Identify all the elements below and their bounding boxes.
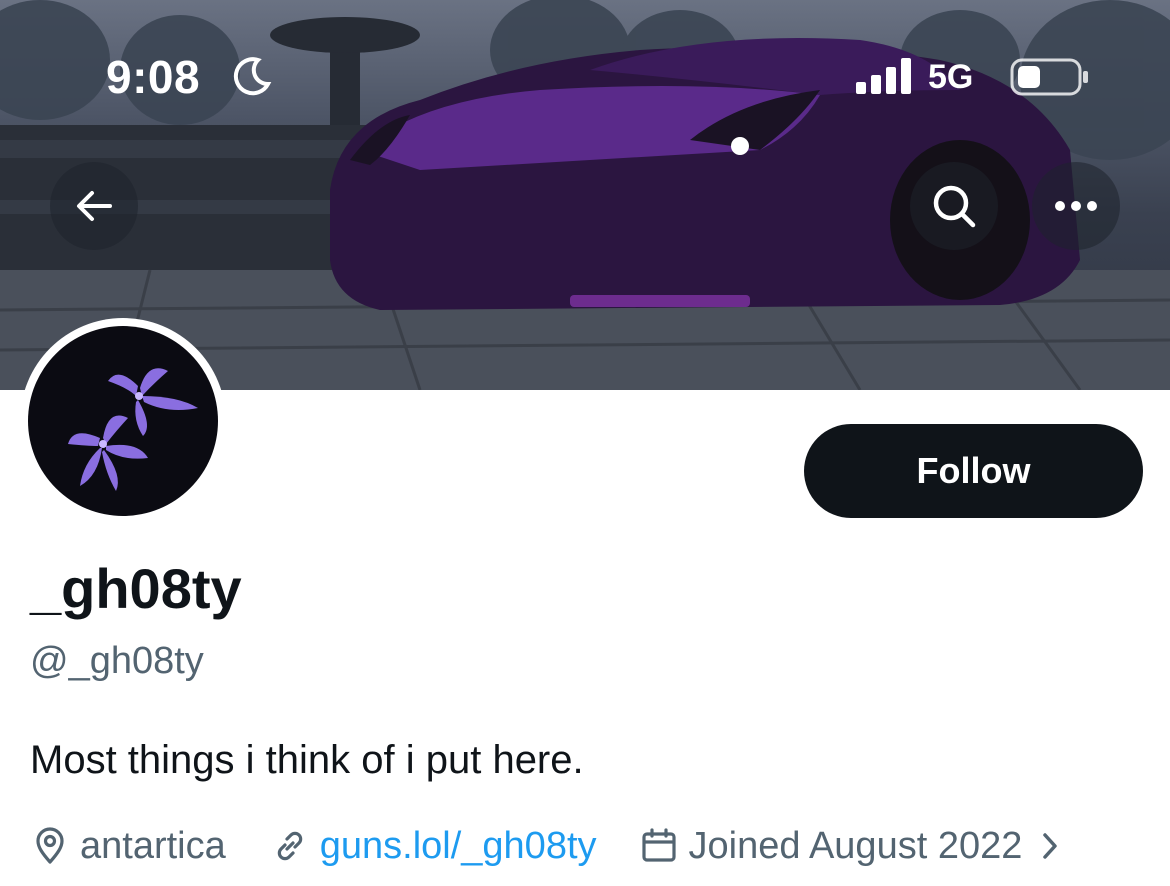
signal-icon (856, 58, 911, 94)
profile-link[interactable]: guns.lol/_gh08ty (270, 825, 597, 868)
profile-meta: antartica guns.lol/_gh08ty Joined August… (30, 822, 1070, 870)
link-text[interactable]: guns.lol/_gh08ty (320, 825, 597, 868)
location-text: antartica (80, 824, 226, 867)
search-button[interactable] (910, 162, 998, 250)
bio: Most things i think of i put here. (30, 738, 584, 782)
search-icon (933, 185, 976, 228)
location-pin-icon (36, 827, 64, 864)
moon-icon (233, 57, 272, 96)
avatar-image (28, 326, 218, 516)
link-icon (277, 831, 302, 861)
more-button[interactable] (1032, 162, 1120, 250)
more-icon (1055, 201, 1097, 211)
avatar[interactable] (20, 318, 226, 524)
location: antartica (30, 825, 226, 868)
follow-button[interactable]: Follow (804, 424, 1143, 518)
joined-date[interactable]: Joined August 2022 (639, 825, 1071, 868)
display-name: _gh08ty (30, 557, 242, 620)
status-time: 9:08 (106, 51, 201, 103)
calendar-icon (641, 828, 676, 862)
back-arrow-icon (77, 191, 112, 221)
chevron-right-icon[interactable] (1040, 830, 1060, 862)
joined-text: Joined August 2022 (688, 824, 1023, 867)
network-label: 5G (928, 58, 974, 96)
back-button[interactable] (50, 162, 138, 250)
battery-icon (1010, 58, 1088, 96)
handle: @_gh08ty (30, 640, 204, 682)
